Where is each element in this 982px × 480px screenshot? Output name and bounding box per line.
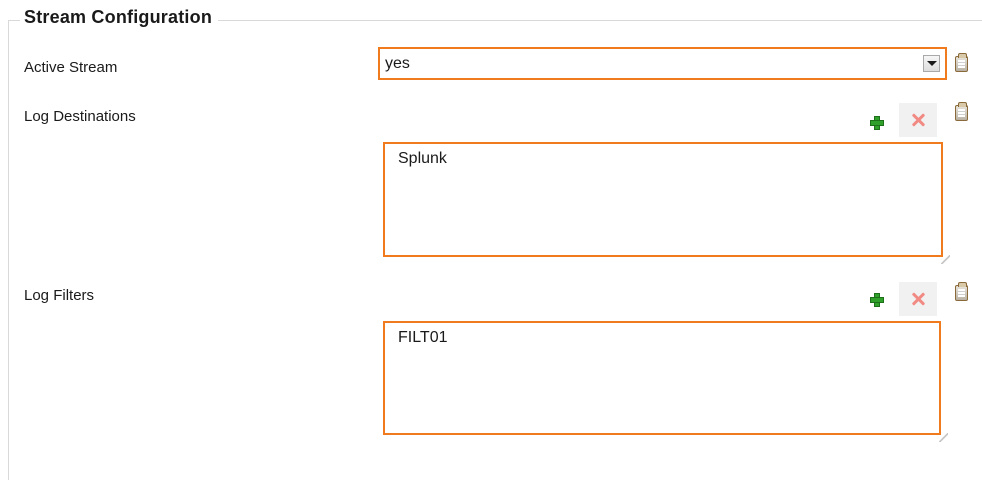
active-stream-select[interactable]: yes (378, 47, 947, 80)
clipboard-icon[interactable] (955, 102, 968, 121)
remove-x-icon (910, 112, 926, 128)
remove-x-icon (910, 291, 926, 307)
list-item[interactable]: FILT01 (398, 329, 448, 347)
log-filters-label: Log Filters (24, 287, 95, 304)
log-filters-list[interactable]: FILT01 (383, 321, 948, 442)
resize-grip[interactable] (939, 433, 948, 442)
add-destination-plus-icon[interactable] (869, 115, 885, 131)
log-destinations-label: Log Destinations (24, 108, 136, 125)
resize-grip[interactable] (941, 255, 950, 264)
remove-filter-button[interactable] (899, 282, 937, 316)
group-title: Stream Configuration (20, 7, 219, 28)
active-stream-value: yes (385, 55, 410, 72)
clipboard-icon[interactable] (955, 53, 968, 72)
list-item[interactable]: Splunk (398, 150, 447, 168)
log-destinations-list[interactable]: Splunk (383, 142, 950, 264)
active-stream-label: Active Stream (24, 59, 118, 76)
dropdown-arrow-icon[interactable] (923, 55, 940, 72)
clipboard-icon[interactable] (955, 282, 968, 301)
add-filter-plus-icon[interactable] (869, 292, 885, 308)
remove-destination-button[interactable] (899, 103, 937, 137)
